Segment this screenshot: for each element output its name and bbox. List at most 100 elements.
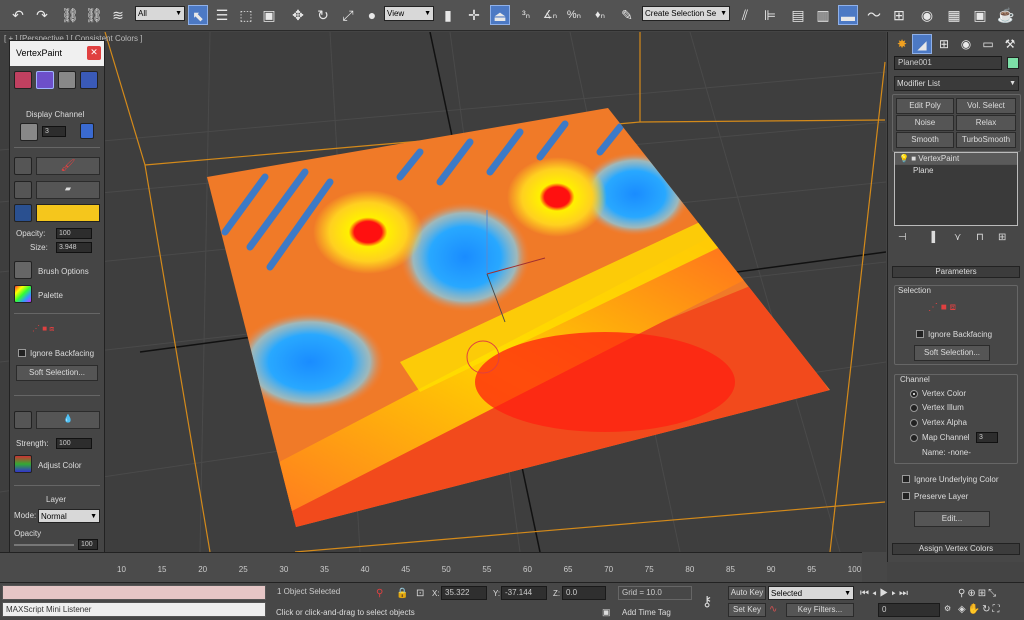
modify-tab-icon[interactable]: ◢ [912,34,932,54]
link-icon[interactable]: ⛓ [60,5,80,25]
cp-soft-selection-button[interactable]: Soft Selection... [914,345,990,361]
close-icon[interactable]: ✕ [87,46,101,60]
paint-color-swatch[interactable] [36,204,100,222]
erase-button[interactable]: ▰ [36,181,100,199]
noise-button[interactable]: Noise [896,115,954,131]
shaded-toggle-icon[interactable] [80,71,98,89]
material-editor-icon[interactable]: ◉ [917,5,937,25]
auto-key-selection-dropdown[interactable]: Selected [768,586,854,600]
render-teapot-icon[interactable]: ☕ [996,5,1016,25]
parameters-rollout[interactable]: Parameters [892,266,1020,278]
time-tag-icon[interactable]: ▣ [602,607,611,618]
bind-spacewarp-icon[interactable]: ≋ [108,5,128,25]
vertex-alpha-radio[interactable] [910,419,918,427]
soft-selection-button[interactable]: Soft Selection... [16,365,98,381]
isolate-icon[interactable]: ⚲ [376,588,383,599]
stack-item-vertexpaint[interactable]: 💡 ■ VertexPaint [895,153,1017,164]
layer-manager-icon[interactable]: ▥ [813,5,833,25]
unlink-icon[interactable]: ⛓ [84,5,104,25]
modifier-list-dropdown[interactable]: Modifier List [894,76,1019,91]
lock-icon[interactable]: 🔒 [396,588,408,599]
channel-lock-icon[interactable] [80,123,94,139]
disable-vertex-colors-icon[interactable] [58,71,76,89]
set-key-mode-icon[interactable]: ⚷ [702,593,712,610]
selection-level-icons[interactable]: ⋰ ■ ⧈ [928,302,956,313]
configure-sets-icon[interactable]: ⊞ [998,232,1006,243]
erase-all-icon[interactable] [14,157,32,175]
maxscript-listener-field[interactable]: MAXScript Mini Listener [2,602,266,617]
preserve-layer-checkbox[interactable] [902,492,910,500]
undo-icon[interactable]: ↶ [8,5,28,25]
layer-explorer-icon[interactable]: ▤ [788,5,808,25]
window-crossing-icon[interactable]: ▣ [259,5,279,25]
ignore-backfacing-checkbox[interactable] [18,349,26,357]
palette-icon[interactable] [14,285,32,303]
x-coord-field[interactable]: 35.322 [441,586,487,600]
map-channel-spinner[interactable]: 3 [976,432,998,443]
timeline-ruler[interactable]: 10 15 20 25 30 35 40 45 50 55 60 65 70 75 80 85 90 95 100 [0,552,862,582]
pivot-icon[interactable]: ▮ [438,5,458,25]
select-object-icon[interactable]: ⬉ [188,5,208,25]
adjust-color-icon[interactable] [14,455,32,473]
rendered-frame-icon[interactable]: ▣ [970,5,990,25]
key-tangent-icon[interactable]: ∿ [769,604,777,615]
size-spinner[interactable]: 3.948 [56,242,92,253]
render-setup-icon[interactable]: ▦ [944,5,964,25]
display-channel-spinner[interactable]: 3 [42,126,66,137]
blur-brush-icon[interactable] [14,411,32,429]
snaps-icon[interactable]: ³ₙ [516,5,536,25]
selection-filter-dropdown[interactable]: All [135,6,185,21]
cp-ignore-backfacing-checkbox[interactable] [916,330,924,338]
edit-named-sel-icon[interactable]: ✎ [617,5,637,25]
add-time-tag[interactable]: Add Time Tag [622,608,671,617]
smooth-button[interactable]: Smooth [896,132,954,148]
show-end-result-icon[interactable]: ▐ [928,232,935,243]
brush-options-label[interactable]: Brush Options [38,267,89,276]
remove-modifier-icon[interactable]: ⊓ [976,232,984,243]
eyedropper-icon[interactable] [14,204,32,222]
schematic-view-icon[interactable]: ⊞ [889,5,909,25]
stack-item-plane[interactable]: Plane [895,164,1017,175]
blend-mode-dropdown[interactable]: Normal [38,509,100,523]
select-by-name-icon[interactable]: ☰ [212,5,232,25]
vertex-illum-radio[interactable] [910,404,918,412]
absolute-mode-icon[interactable]: ⊡ [416,588,424,599]
ribbon-icon[interactable]: ▬ [838,5,858,25]
percent-snap-icon[interactable]: %ₙ [564,5,584,25]
current-frame-field[interactable]: 0 [878,603,940,617]
display-tab-icon[interactable]: ▭ [978,34,998,54]
opacity-spinner[interactable]: 100 [56,228,92,239]
blur-button[interactable]: 💧 [36,411,100,429]
vol-select-button[interactable]: Vol. Select [956,98,1016,114]
object-name-field[interactable]: Plane001 [894,56,1002,70]
strength-spinner[interactable]: 100 [56,438,92,449]
curve-editor-icon[interactable]: 〜 [864,5,884,25]
auto-key-button[interactable]: Auto Key [728,586,766,600]
turbosmooth-button[interactable]: TurboSmooth [956,132,1016,148]
brush-options-icon[interactable] [14,261,32,279]
edit-poly-button[interactable]: Edit Poly [896,98,954,114]
pin-stack-icon[interactable]: ⊣ [898,232,907,243]
time-config-icon[interactable]: ⚙ [944,604,951,613]
layer-opacity-spinner[interactable]: 100 [78,539,98,550]
spinner-snap-icon[interactable]: ♦ₙ [590,5,610,25]
paint-brush-button[interactable]: 🖌 [36,157,100,175]
assign-vertex-colors-rollout[interactable]: Assign Vertex Colors [892,543,1020,555]
z-coord-field[interactable]: 0.0 [562,586,606,600]
mirror-icon[interactable]: ⫽ [735,5,755,25]
lightbulb-icon[interactable]: 💡 [899,154,909,163]
vertex-color-shaded-icon[interactable] [36,71,54,89]
manipulate-icon[interactable]: ✛ [464,5,484,25]
perspective-viewport[interactable]: [ + ] [Perspective ] [ Consistent Colors… [0,32,886,552]
keyboard-shortcut-icon[interactable]: ⏏ [490,5,510,25]
scale-icon[interactable]: ⤢ [338,5,358,25]
make-unique-icon[interactable]: ⋎ [954,232,961,243]
palette-label[interactable]: Palette [38,291,63,300]
ignore-underlying-checkbox[interactable] [902,475,910,483]
key-filters-button[interactable]: Key Filters... [786,603,854,617]
adjust-color-label[interactable]: Adjust Color [38,461,82,470]
y-coord-field[interactable]: -37.144 [501,586,547,600]
playback-controls[interactable]: ⏮◂▶▸⏭ [860,588,911,599]
utilities-tab-icon[interactable]: ⚒ [1000,34,1020,54]
maxscript-output-field[interactable] [2,585,266,600]
